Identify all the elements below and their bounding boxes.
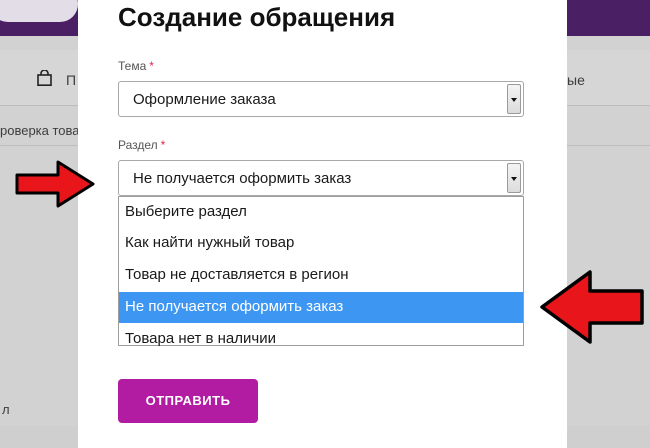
submit-button[interactable]: ОТПРАВИТЬ — [118, 379, 258, 423]
section-option[interactable]: Товар не доставляется в регион — [119, 260, 523, 291]
section-dropdown-list: Выберите раздел Как найти нужный товар Т… — [118, 196, 524, 347]
topic-dropdown-button[interactable] — [507, 84, 521, 114]
topic-select[interactable]: Оформление заказа — [118, 81, 524, 117]
required-mark: * — [149, 59, 154, 73]
section-option[interactable]: Как найти нужный товар — [119, 228, 523, 259]
required-mark: * — [160, 138, 166, 152]
chevron-down-icon — [511, 177, 517, 181]
section-label-text: Раздел — [118, 138, 158, 152]
section-option-highlighted[interactable]: Не получается оформить заказ — [119, 292, 523, 323]
red-arrow-left-icon — [540, 270, 644, 344]
background-footer-text: л — [2, 402, 10, 417]
modal-title: Создание обращения — [118, 2, 396, 32]
section-option[interactable]: Выберите раздел — [119, 197, 523, 228]
background-nav-label: ые — [567, 72, 585, 88]
topic-label: Тема * — [118, 59, 154, 73]
background-breadcrumb: роверка това — [0, 123, 80, 138]
section-label: Раздел * — [118, 138, 165, 152]
section-dropdown-button[interactable] — [507, 163, 521, 193]
chevron-down-icon — [511, 98, 517, 102]
section-option[interactable]: Товара нет в наличии — [119, 324, 523, 347]
topic-label-text: Тема — [118, 59, 147, 73]
background-nav-label: П — [66, 72, 77, 88]
shopping-bag-icon — [37, 70, 52, 86]
background-search-pill — [0, 0, 78, 22]
topic-select-value: Оформление заказа — [133, 91, 276, 108]
section-select[interactable]: Не получается оформить заказ — [118, 160, 524, 196]
section-select-value: Не получается оформить заказ — [133, 170, 352, 187]
create-request-modal: Создание обращения Тема * Оформление зака… — [78, 0, 567, 448]
red-arrow-right-icon — [15, 160, 95, 208]
